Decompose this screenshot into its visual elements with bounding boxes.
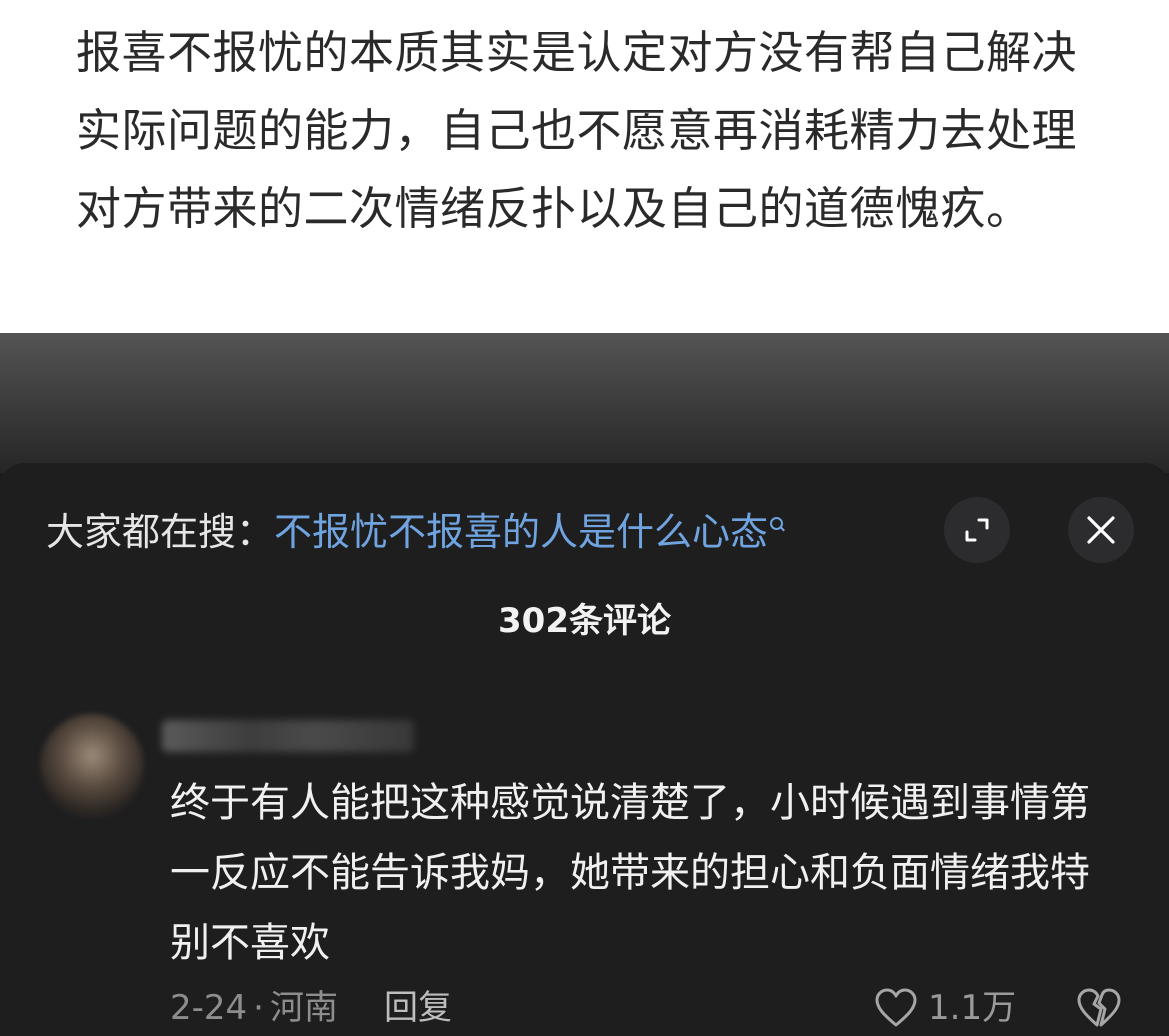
search-icon[interactable] xyxy=(770,517,784,531)
close-icon xyxy=(1087,516,1115,544)
reply-button[interactable]: 回复 xyxy=(384,988,452,1028)
heart-icon xyxy=(875,988,917,1027)
expand-button[interactable] xyxy=(944,497,1010,563)
search-suggestion-label: 大家都在搜： xyxy=(46,510,275,554)
like-button[interactable]: 1.1万 xyxy=(874,984,1016,1032)
search-suggestion-query[interactable]: 不报忧不报喜的人是什么心态 xyxy=(274,510,768,554)
avatar[interactable] xyxy=(40,714,144,818)
comment-meta: 2-24 · 河南 回复 xyxy=(170,984,452,1032)
meta-separator: · xyxy=(253,988,264,1028)
dimmed-backdrop[interactable] xyxy=(0,333,1169,473)
comment-text: 终于有人能把这种感觉说清楚了，小时候遇到事情第一反应不能告诉我妈，她带来的担心和… xyxy=(170,780,1090,966)
like-count: 1.1万 xyxy=(928,988,1017,1028)
comment-count: 302条评论 xyxy=(498,601,671,641)
article-text: 报喜不报忧的本质其实是认定对方没有帮自己解决实际问题的能力，自己也不愿意再消耗精… xyxy=(76,26,1078,235)
comment-date: 2-24 xyxy=(170,988,248,1028)
search-suggestion[interactable]: 大家都在搜：不报忧不报喜的人是什么心态 xyxy=(46,505,784,559)
username[interactable] xyxy=(162,720,414,752)
article-area: 报喜不报忧的本质其实是认定对方没有帮自己解决实际问题的能力，自己也不愿意再消耗精… xyxy=(0,0,1169,333)
close-button[interactable] xyxy=(1068,497,1134,563)
expand-icon xyxy=(965,518,989,542)
broken-heart-icon[interactable] xyxy=(1076,986,1122,1030)
comment-location: 河南 xyxy=(269,988,338,1028)
